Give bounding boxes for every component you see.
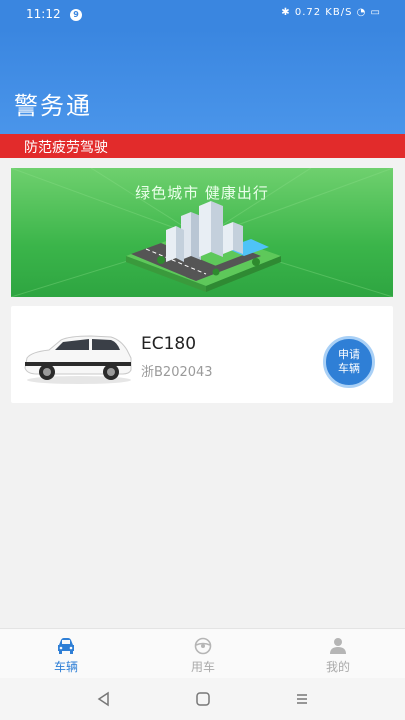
tab-mine[interactable]: 我的: [293, 629, 383, 679]
network-speed: 0.72 KB/S: [294, 7, 353, 18]
city-illustration: [11, 168, 393, 297]
bluetooth-icon: ✱: [281, 7, 291, 18]
status-bar: 11:12 9 ✱ 0.72 KB/S ◔ ▭: [0, 0, 405, 28]
vehicle-card[interactable]: EC180 浙B202043 申请 车辆: [11, 306, 393, 403]
hero-banner[interactable]: 绿色城市 健康出行: [11, 168, 393, 297]
apply-label-line2: 车辆: [338, 362, 360, 375]
notification-badge: 9: [70, 9, 82, 21]
notice-text: 防范疲劳驾驶: [24, 140, 108, 156]
wifi-icon: ◔: [356, 7, 367, 18]
app-title: 警务通: [14, 92, 92, 120]
tab-mine-label: 我的: [325, 660, 350, 674]
tab-use-car-label: 用车: [190, 660, 215, 674]
tab-use-car[interactable]: 用车: [158, 629, 248, 679]
car-image: [24, 335, 132, 384]
car-icon: [58, 638, 74, 654]
back-icon[interactable]: [96, 691, 112, 707]
apply-vehicle-button[interactable]: 申请 车辆: [323, 336, 375, 388]
battery-icon: ▭: [370, 7, 381, 18]
bottom-tab-bar: 车辆 用车 我的: [0, 628, 405, 679]
system-nav-bar: [0, 678, 405, 720]
steering-wheel-icon: [194, 637, 212, 655]
recent-apps-icon[interactable]: [294, 691, 310, 707]
vehicle-plate: 浙B202043: [141, 365, 213, 380]
apply-label-line1: 申请: [338, 348, 360, 361]
tab-vehicles[interactable]: 车辆: [21, 629, 111, 679]
home-icon[interactable]: [195, 691, 211, 707]
status-time: 11:12: [26, 7, 61, 21]
status-right-info: ✱ 0.72 KB/S ◔ ▭: [281, 7, 381, 18]
app-header: 警务通: [0, 28, 405, 134]
notice-banner: 防范疲劳驾驶: [0, 134, 405, 158]
user-icon: [330, 638, 346, 654]
vehicle-model: EC180: [141, 334, 197, 354]
tab-vehicles-label: 车辆: [53, 660, 78, 674]
